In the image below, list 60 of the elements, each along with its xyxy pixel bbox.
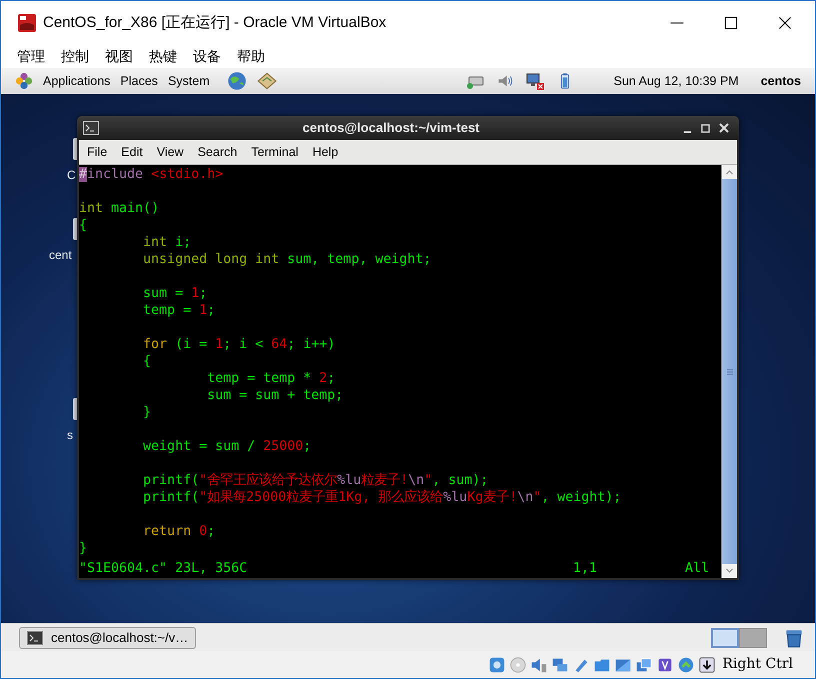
code-line: int main() [79,200,160,217]
menu-item[interactable]: Help [312,142,338,162]
code-line: sum = 1; [142,285,208,302]
scroll-up-icon[interactable] [722,165,737,179]
disconnected-computer-icon[interactable] [524,71,546,91]
panel-menu[interactable]: Applications [43,72,110,90]
code-line: int i; [142,234,192,251]
scroll-position: All [685,560,710,577]
code-line: weight = sum / 25000; [142,438,312,455]
code-line: } [142,404,152,421]
close-icon[interactable] [777,15,793,31]
menu-item[interactable]: 热键 [149,46,177,67]
menu-item[interactable]: 设备 [193,46,221,67]
workspace[interactable] [711,628,739,648]
chip-icon[interactable] [656,656,674,674]
cursor-position: 1,1 [573,560,598,577]
menu-item[interactable]: Search [198,142,238,162]
menu-item[interactable]: Terminal [251,142,298,162]
menu-item[interactable]: View [156,142,184,162]
code-line: } [79,540,88,557]
windows-icon[interactable] [635,656,654,674]
optical-disc-icon[interactable] [509,656,528,674]
code-line: unsigned long int sum, temp, weight; [142,251,432,268]
maximize-icon[interactable] [723,15,739,31]
desktop-icon-label[interactable]: C [67,166,76,184]
code-line: printf("舍罕王应该给予达依尔%lu粒麦子!\n", sum); [142,472,488,489]
code-line: temp = temp * 2; [206,370,336,387]
panel-menu[interactable]: System [168,72,210,90]
terminal-title: centos@localhost:~/vim-test [301,119,481,138]
desktop-icon-label[interactable]: cent [49,246,72,264]
menu-item[interactable]: File [87,142,108,162]
flower-logo-icon[interactable] [15,72,33,90]
panel-clock[interactable]: Sun Aug 12, 10:39 PM [614,72,739,90]
app-logo-icon [17,13,37,33]
window-title: CentOS_for_X86 [正在运行] - Oracle VM VirtualBox [43,12,386,33]
menu-item[interactable]: 管理 [17,46,45,67]
menu-item[interactable]: Edit [121,142,143,162]
panel-user[interactable]: centos [760,72,801,90]
vim-file-info: "S1E0604.c" 23L, 356C [79,560,248,577]
grip-icon [726,368,732,376]
host-key-label: Right Ctrl [722,655,793,674]
terminal-icon [83,121,99,135]
code-line: return 0; [142,523,216,540]
code-line: sum = sum + temp; [206,387,344,404]
globe-icon[interactable] [226,70,248,92]
task-button[interactable]: centos@localhost:~/v… [19,626,196,648]
code-line: printf("如果每25000粒麦子重1Kg, 那么应该给%luKg麦子!\n", weight); [142,489,622,506]
code-line: #include <stdio.h> [79,166,224,183]
panel-menu[interactable]: Places [120,72,158,90]
workspace[interactable] [739,628,767,648]
scroll-down-icon[interactable] [722,564,737,578]
code-line: { [142,353,152,370]
terminal-icon [27,630,43,644]
menu-item[interactable]: 控制 [61,46,89,67]
code-line: { [79,217,88,234]
menu-item[interactable]: 帮助 [237,46,265,67]
desktop-icon-label[interactable]: s [67,426,73,444]
code-line: for (i = 1; i < 64; i++) [142,336,336,353]
code-line: temp = 1; [142,302,216,319]
menu-item[interactable]: 视图 [105,46,133,67]
